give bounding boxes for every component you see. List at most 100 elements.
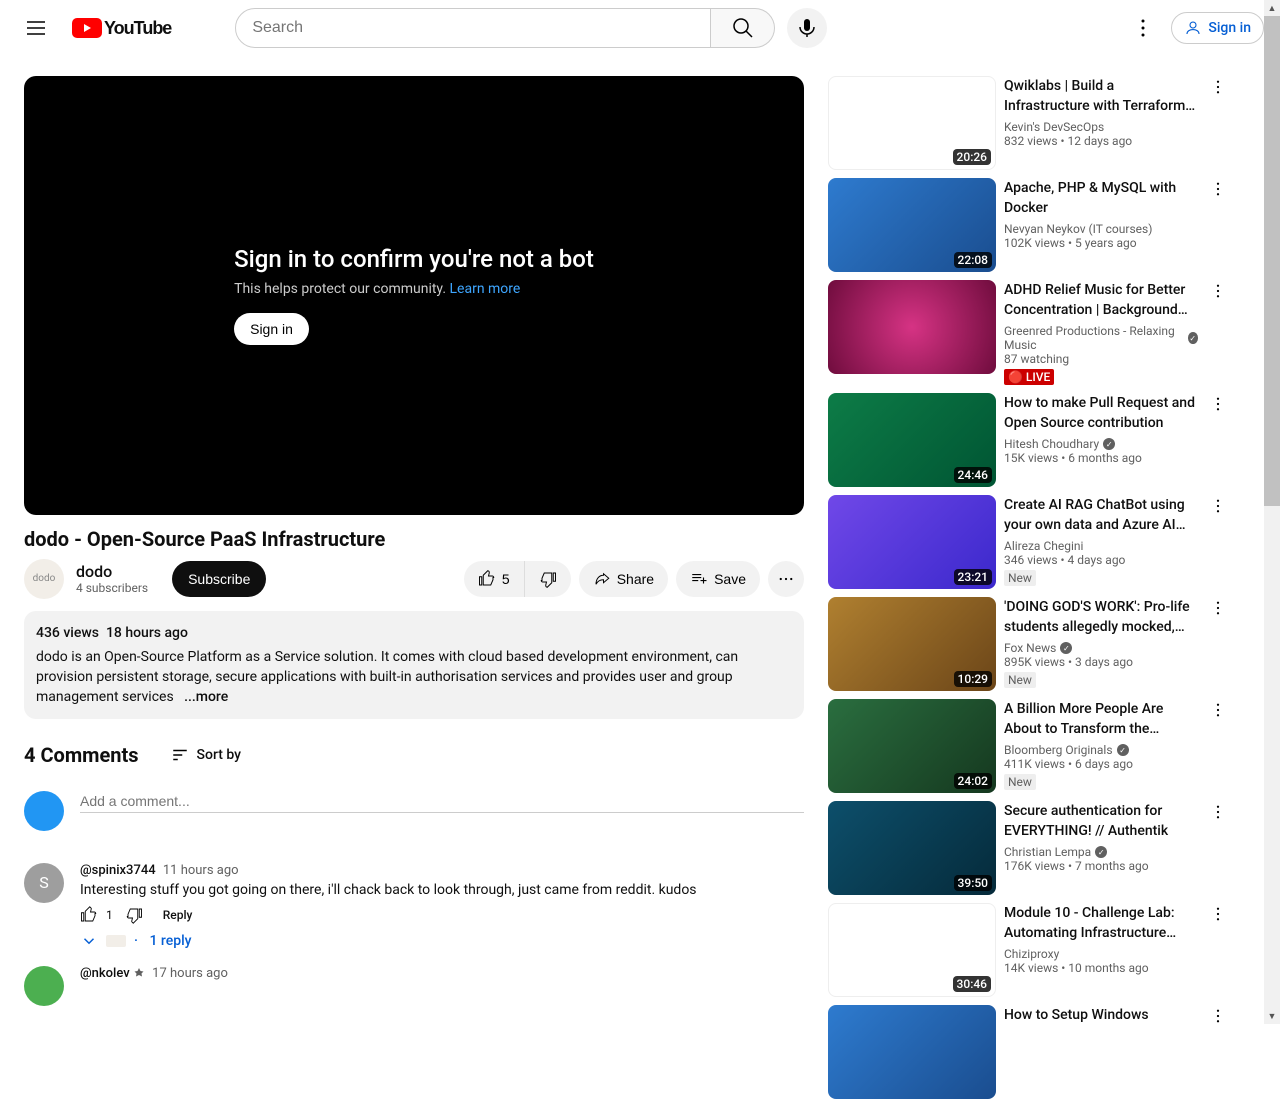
video-thumbnail[interactable]: 24:46 <box>828 393 996 487</box>
learn-more-link[interactable]: Learn more <box>450 281 521 297</box>
comment-like-button[interactable] <box>80 906 98 924</box>
recommended-video[interactable]: 23:21 Create AI RAG ChatBot using your o… <box>828 495 1230 589</box>
channel-avatar[interactable]: dodo <box>24 559 64 599</box>
video-thumbnail[interactable]: 20:26 <box>828 76 996 170</box>
youtube-logo[interactable]: YouTube <box>72 18 171 39</box>
video-more-button[interactable] <box>1206 699 1230 793</box>
more-actions-button[interactable] <box>768 561 804 597</box>
comment-author[interactable]: @spinix3744 <box>80 863 156 878</box>
scrollbar-thumb[interactable] <box>1264 16 1280 506</box>
channel-name[interactable]: dodo <box>76 562 148 581</box>
like-button[interactable]: 5 <box>464 561 525 597</box>
search-button[interactable] <box>711 8 775 48</box>
more-vert-icon <box>1209 180 1227 198</box>
video-thumbnail[interactable]: 24:02 <box>828 699 996 793</box>
video-more-button[interactable] <box>1206 280 1230 385</box>
dislike-button[interactable] <box>525 561 571 597</box>
scroll-down-icon[interactable]: ▼ <box>1264 1008 1280 1024</box>
channel-badge-icon <box>106 935 126 947</box>
video-thumbnail[interactable]: 23:21 <box>828 495 996 589</box>
video-channel[interactable]: Nevyan Neykov (IT courses) <box>1004 222 1198 236</box>
scrollbar[interactable]: ▲ ▼ <box>1264 0 1280 1024</box>
video-more-button[interactable] <box>1206 597 1230 691</box>
menu-icon <box>24 16 48 40</box>
scroll-up-icon[interactable]: ▲ <box>1264 0 1280 16</box>
video-thumbnail[interactable] <box>828 280 996 374</box>
recommended-video[interactable]: 24:46 How to make Pull Request and Open … <box>828 393 1230 487</box>
commenter-avatar[interactable] <box>24 966 64 1006</box>
description-box[interactable]: 436 views 18 hours ago dodo is an Open-S… <box>24 611 804 719</box>
video-title: Qwiklabs | Build a Infrastructure with T… <box>1004 76 1198 116</box>
reply-button[interactable]: Reply <box>151 902 205 928</box>
recommended-video[interactable]: How to Setup Windows <box>828 1005 1230 1099</box>
video-more-button[interactable] <box>1206 801 1230 895</box>
view-count: 436 views <box>36 625 99 641</box>
video-channel[interactable]: Chiziproxy <box>1004 947 1198 961</box>
video-channel[interactable]: Bloomberg Originals ✓ <box>1004 743 1198 757</box>
verified-icon: ✓ <box>1117 744 1129 756</box>
video-title: A Billion More People Are About to Trans… <box>1004 699 1198 739</box>
video-more-button[interactable] <box>1206 393 1230 487</box>
video-more-button[interactable] <box>1206 495 1230 589</box>
more-vert-icon <box>1209 701 1227 719</box>
more-vert-icon <box>1131 16 1155 40</box>
recommended-video[interactable]: 39:50 Secure authentication for EVERYTHI… <box>828 801 1230 895</box>
new-badge: New <box>1004 774 1036 790</box>
verified-icon: ✓ <box>1188 332 1198 344</box>
video-more-button[interactable] <box>1206 178 1230 272</box>
video-more-button[interactable] <box>1206 76 1230 170</box>
comment-author[interactable]: @nkolev <box>80 966 130 981</box>
video-thumbnail[interactable]: 30:46 <box>828 903 996 997</box>
subscribe-button[interactable]: Subscribe <box>172 561 266 597</box>
player-signin-button[interactable]: Sign in <box>234 313 309 345</box>
more-vert-icon <box>1209 599 1227 617</box>
my-avatar <box>24 791 64 831</box>
recommended-video[interactable]: 22:08 Apache, PHP & MySQL with Docker Ne… <box>828 178 1230 272</box>
video-channel[interactable]: Fox News ✓ <box>1004 641 1198 655</box>
recommended-video[interactable]: 30:46 Module 10 - Challenge Lab: Automat… <box>828 903 1230 997</box>
video-channel[interactable]: Greenred Productions - Relaxing Music ✓ <box>1004 324 1198 352</box>
user-icon <box>1184 19 1202 37</box>
video-duration: 20:26 <box>953 149 991 165</box>
comment-dislike-button[interactable] <box>125 906 143 924</box>
video-channel[interactable]: Kevin's DevSecOps <box>1004 120 1198 134</box>
search-input[interactable] <box>235 8 711 48</box>
video-player[interactable]: Sign in to confirm you're not a bot This… <box>24 76 804 515</box>
save-button[interactable]: Save <box>676 561 760 597</box>
video-thumbnail[interactable]: 39:50 <box>828 801 996 895</box>
video-channel[interactable]: Alireza Chegini <box>1004 539 1198 553</box>
video-title: ADHD Relief Music for Better Concentrati… <box>1004 280 1198 320</box>
commenter-avatar[interactable]: S <box>24 863 64 903</box>
video-more-button[interactable] <box>1206 903 1230 997</box>
more-vert-icon <box>1209 282 1227 300</box>
share-button[interactable]: Share <box>579 561 668 597</box>
add-comment-input[interactable] <box>80 791 804 813</box>
video-title: How to make Pull Request and Open Source… <box>1004 393 1198 433</box>
sort-button[interactable]: Sort by <box>171 746 242 764</box>
more-vert-icon <box>1209 803 1227 821</box>
recommended-video[interactable]: 10:29 'DOING GOD'S WORK': Pro-life stude… <box>828 597 1230 691</box>
video-duration: 10:29 <box>954 671 992 687</box>
view-replies-button[interactable]: · 1 reply <box>80 932 804 950</box>
voice-search-button[interactable] <box>787 8 827 48</box>
video-thumbnail[interactable] <box>828 1005 996 1099</box>
video-title: Module 10 - Challenge Lab: Automating In… <box>1004 903 1198 943</box>
subscriber-count: 4 subscribers <box>76 581 148 595</box>
signin-button[interactable]: Sign in <box>1171 12 1264 44</box>
hamburger-menu[interactable] <box>16 8 56 48</box>
video-thumbnail[interactable]: 22:08 <box>828 178 996 272</box>
recommended-video[interactable]: 24:02 A Billion More People Are About to… <box>828 699 1230 793</box>
video-more-button[interactable] <box>1206 1005 1230 1099</box>
video-channel[interactable]: Christian Lempa ✓ <box>1004 845 1198 859</box>
comment-time: 11 hours ago <box>163 863 239 878</box>
recommended-video[interactable]: ADHD Relief Music for Better Concentrati… <box>828 280 1230 385</box>
video-thumbnail[interactable]: 10:29 <box>828 597 996 691</box>
settings-button[interactable] <box>1123 8 1163 48</box>
show-more-button[interactable]: ...more <box>184 689 228 705</box>
comment-item: S @spinix3744 11 hours ago Interesting s… <box>24 863 804 950</box>
video-channel[interactable]: Hitesh Choudhary ✓ <box>1004 437 1198 451</box>
share-icon <box>593 570 611 588</box>
recommended-video[interactable]: 20:26 Qwiklabs | Build a Infrastructure … <box>828 76 1230 170</box>
live-badge: 🔴 LIVE <box>1004 369 1054 385</box>
video-title: How to Setup Windows <box>1004 1005 1198 1025</box>
